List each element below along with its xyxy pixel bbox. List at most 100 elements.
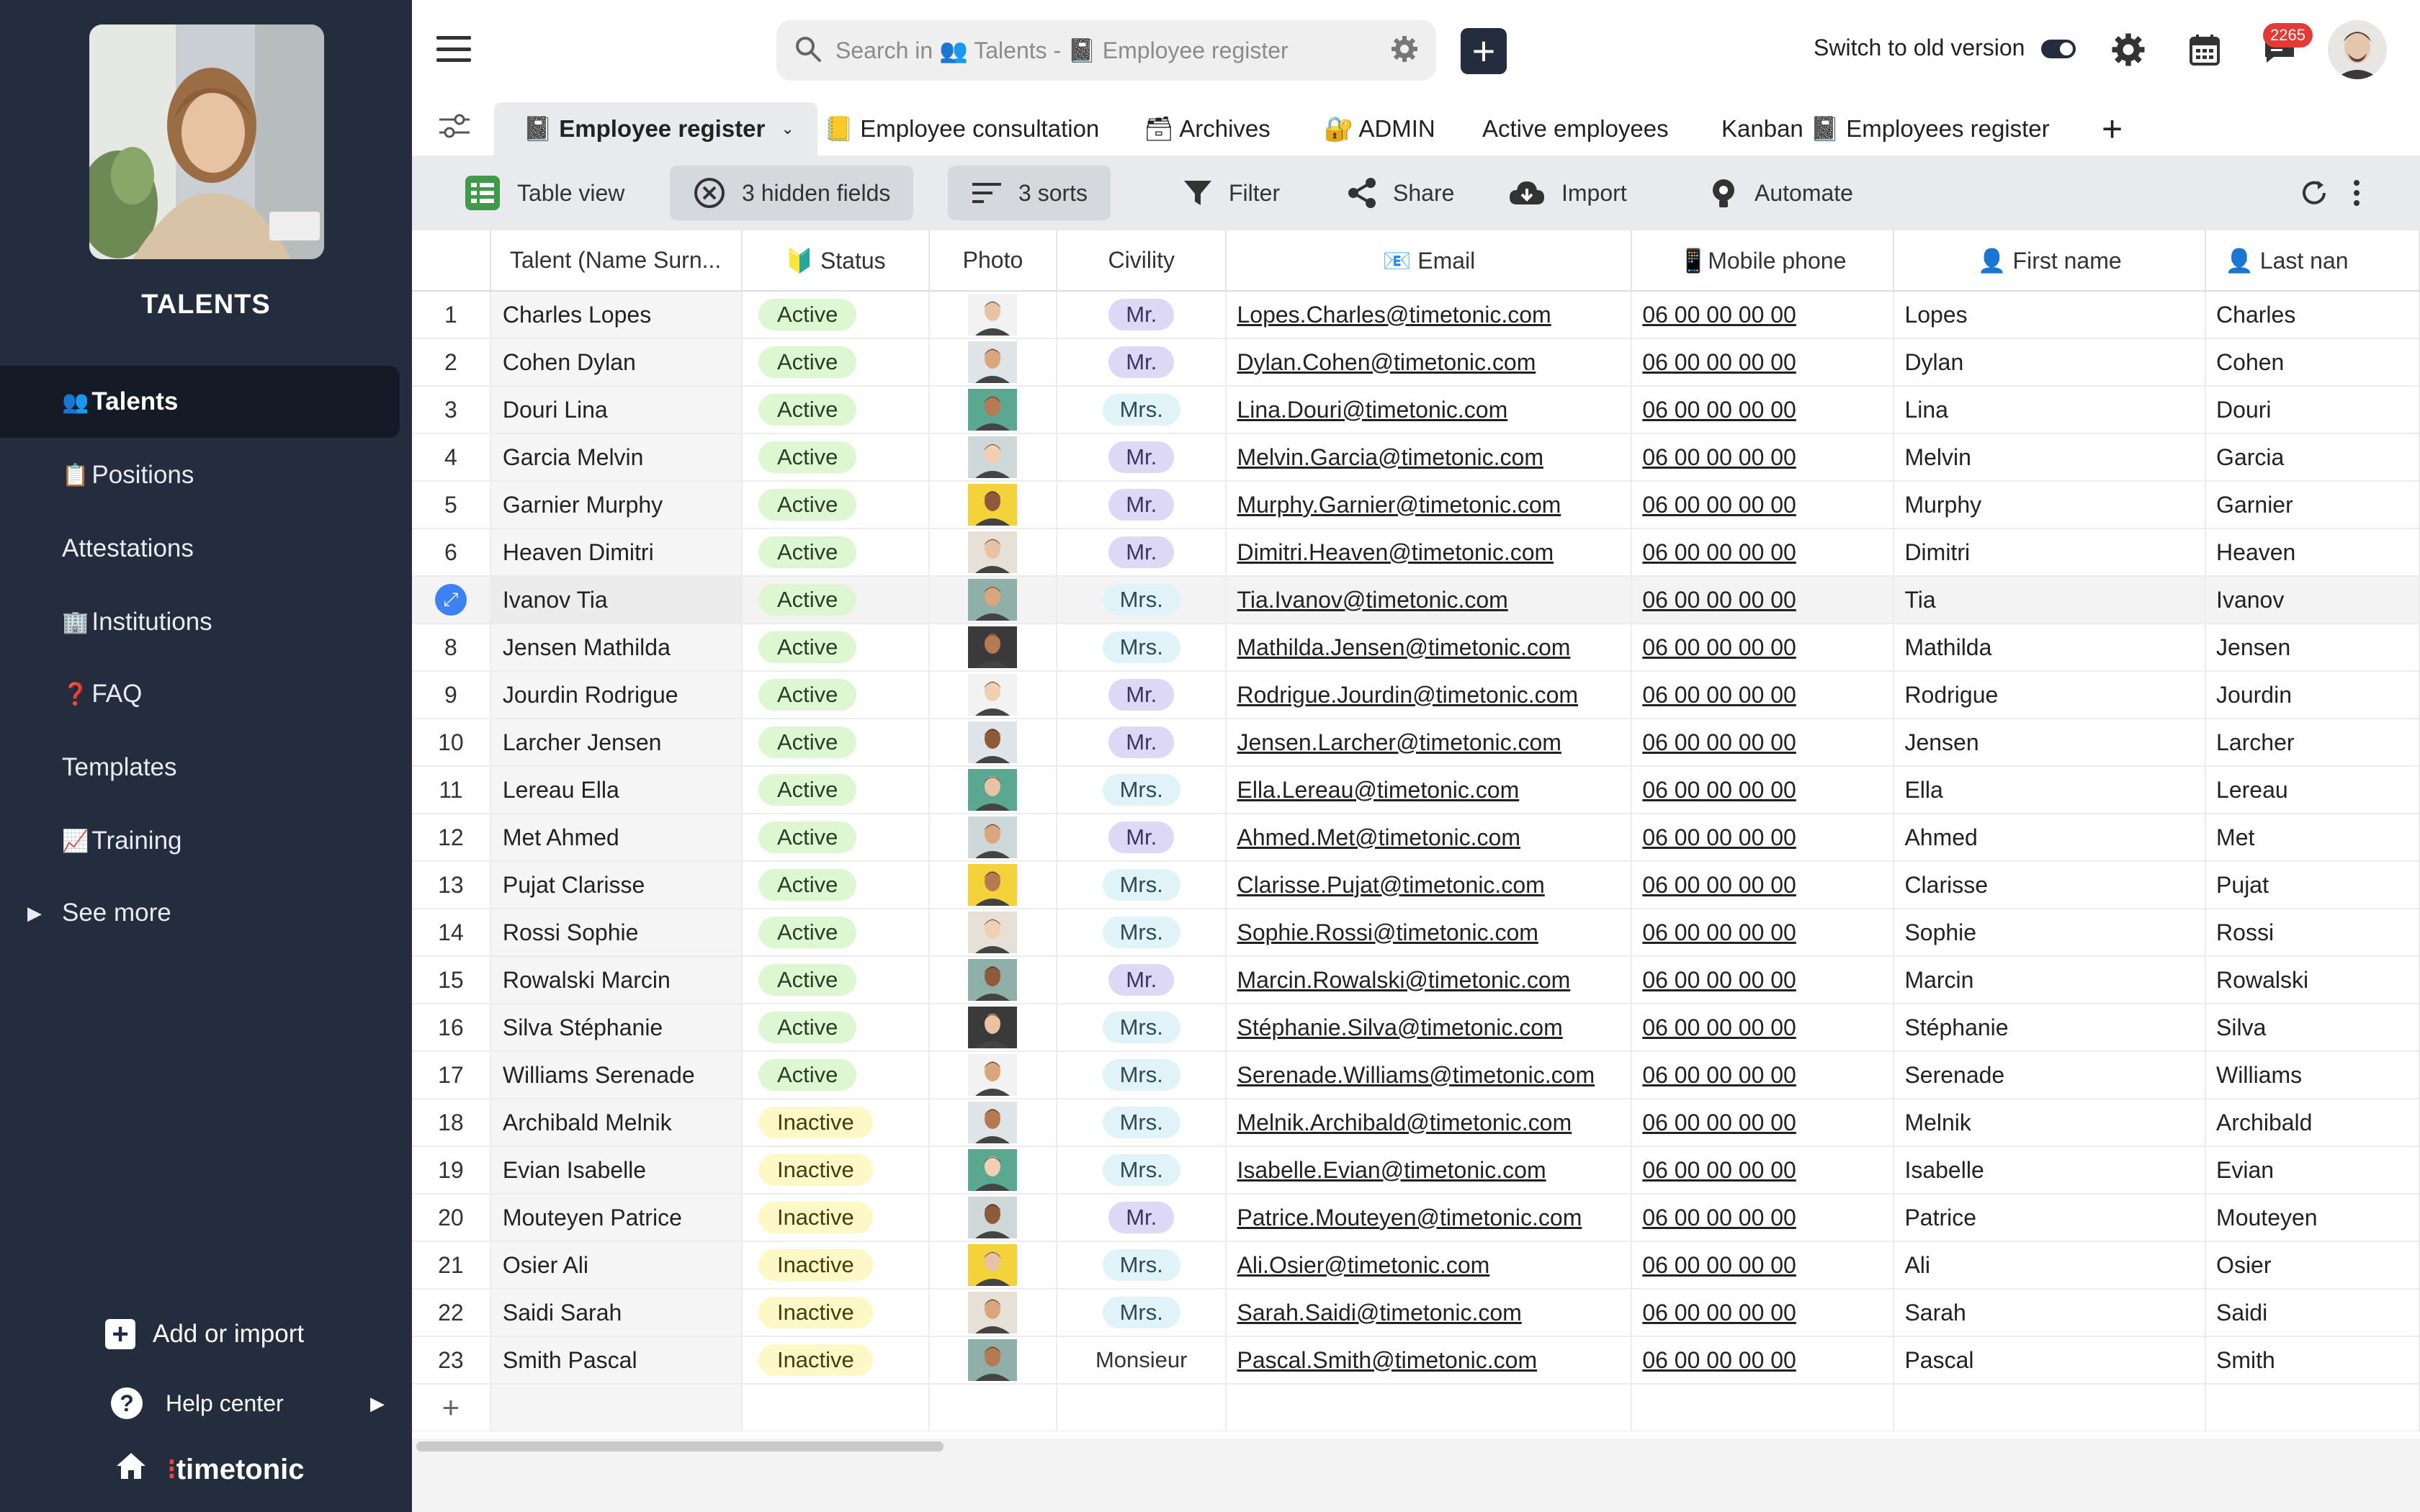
status-cell[interactable]: Inactive [741, 1194, 930, 1242]
table-row[interactable]: 4 Garcia Melvin Active Mr. Melvin.Garcia@tim… [412, 433, 2420, 482]
chevron-down-icon[interactable]: ⌄ [781, 120, 794, 138]
column-header-civility[interactable]: Civility [1056, 230, 1227, 292]
email-cell[interactable]: Jensen.Larcher@timetonic.com [1226, 719, 1633, 767]
status-cell[interactable]: Active [741, 624, 930, 672]
table-row[interactable]: 2 Cohen Dylan Active Mr. Dylan.Cohen@timeton… [412, 338, 2420, 387]
table-row[interactable]: 6 Heaven Dimitri Active Mr. Dimitri.Heaven@t… [412, 528, 2420, 577]
last-name-cell[interactable]: Rossi [2205, 909, 2420, 957]
photo-cell[interactable] [928, 671, 1057, 719]
email-cell[interactable]: Lina.Douri@timetonic.com [1226, 386, 1633, 434]
mobile-phone-cell[interactable]: 06 00 00 00 00 [1631, 956, 1895, 1004]
first-name-cell[interactable]: Rodrigue [1894, 671, 2207, 719]
first-name-cell[interactable]: Tia [1894, 576, 2207, 624]
photo-cell[interactable] [928, 1289, 1057, 1337]
status-cell[interactable]: Active [741, 433, 930, 482]
talent-name-cell[interactable]: Garnier Murphy [490, 481, 743, 529]
photo-cell[interactable] [928, 861, 1057, 909]
email-cell[interactable]: Isabelle.Evian@timetonic.com [1226, 1146, 1633, 1194]
phone-link[interactable]: 06 00 00 00 00 [1642, 397, 1796, 423]
sidebar-item-see-more[interactable]: ▶ See more [0, 877, 400, 949]
add-row[interactable]: + [412, 1384, 2420, 1431]
civility-cell[interactable]: Mrs. [1056, 576, 1227, 624]
phone-link[interactable]: 06 00 00 00 00 [1642, 1110, 1796, 1135]
first-name-cell[interactable]: Patrice [1894, 1194, 2207, 1242]
email-cell[interactable]: Dimitri.Heaven@timetonic.com [1226, 528, 1633, 577]
table-row[interactable]: 18 Archibald Melnik Inactive Mrs. Melnik.Arc… [412, 1099, 2420, 1147]
mobile-phone-cell[interactable]: 06 00 00 00 00 [1631, 1289, 1895, 1337]
table-row[interactable]: 23 Smith Pascal Inactive Monsieur Pascal.Smi… [412, 1336, 2420, 1385]
first-name-cell[interactable]: Jensen [1894, 719, 2207, 767]
talent-name-cell[interactable]: Rowalski Marcin [490, 956, 743, 1004]
table-row[interactable]: 19 Evian Isabelle Inactive Mrs. Isabelle.Evi… [412, 1146, 2420, 1194]
photo-cell[interactable] [928, 766, 1057, 814]
first-name-cell[interactable]: Serenade [1894, 1051, 2207, 1099]
photo-cell[interactable] [928, 1336, 1057, 1385]
phone-link[interactable]: 06 00 00 00 00 [1642, 1014, 1796, 1040]
mobile-phone-cell[interactable]: 06 00 00 00 00 [1631, 624, 1895, 672]
tab-active-employees[interactable]: Active employees [1482, 102, 1669, 156]
first-name-cell[interactable]: Melnik [1894, 1099, 2207, 1147]
phone-link[interactable]: 06 00 00 00 00 [1642, 967, 1796, 993]
add-or-import-button[interactable]: + Add or import [105, 1309, 304, 1359]
photo-cell[interactable] [928, 481, 1057, 529]
tab-archives[interactable]: 🗃 Archives [1144, 102, 1270, 156]
table-row[interactable]: ⤢ Ivanov Tia Active Mrs. Tia.Ivanov@timetoni… [412, 576, 2420, 624]
last-name-cell[interactable]: Pujat [2205, 861, 2420, 909]
first-name-cell[interactable]: Clarisse [1894, 861, 2207, 909]
search-bar[interactable] [776, 20, 1436, 81]
mobile-phone-cell[interactable]: 06 00 00 00 00 [1631, 528, 1895, 577]
table-row[interactable]: 1 Charles Lopes Active Mr. Lopes.Charles@tim… [412, 291, 2420, 339]
mobile-phone-cell[interactable]: 06 00 00 00 00 [1631, 719, 1895, 767]
table-row[interactable]: 3 Douri Lina Active Mrs. Lina.Douri@timetoni… [412, 386, 2420, 434]
photo-cell[interactable] [928, 528, 1057, 577]
talent-name-cell[interactable]: Larcher Jensen [490, 719, 743, 767]
mobile-phone-cell[interactable]: 06 00 00 00 00 [1631, 814, 1895, 862]
email-link[interactable]: Ahmed.Met@timetonic.com [1237, 824, 1520, 850]
first-name-cell[interactable]: Sophie [1894, 909, 2207, 957]
status-cell[interactable]: Active [741, 1051, 930, 1099]
last-name-cell[interactable]: Garnier [2205, 481, 2420, 529]
status-cell[interactable]: Inactive [741, 1099, 930, 1147]
mobile-phone-cell[interactable]: 06 00 00 00 00 [1631, 1004, 1895, 1052]
share-button[interactable]: Share [1324, 166, 1477, 220]
horizontal-scrollbar-thumb[interactable] [416, 1441, 944, 1452]
civility-cell[interactable]: Mrs. [1056, 766, 1227, 814]
email-link[interactable]: Melvin.Garcia@timetonic.com [1237, 444, 1543, 470]
column-header-talent[interactable]: Talent (Name Surn... [490, 230, 743, 292]
photo-cell[interactable] [928, 386, 1057, 434]
first-name-cell[interactable]: Ella [1894, 766, 2207, 814]
email-link[interactable]: Isabelle.Evian@timetonic.com [1237, 1157, 1546, 1183]
search-settings-icon[interactable] [1390, 35, 1419, 67]
sidebar-item-institutions[interactable]: 🏢 Institutions [0, 586, 400, 658]
import-button[interactable]: Import [1485, 166, 1650, 220]
status-cell[interactable]: Active [741, 956, 930, 1004]
filter-button[interactable]: Filter [1160, 166, 1303, 220]
talent-name-cell[interactable]: Heaven Dimitri [490, 528, 743, 577]
first-name-cell[interactable]: Stéphanie [1894, 1004, 2207, 1052]
phone-link[interactable]: 06 00 00 00 00 [1642, 1157, 1796, 1183]
photo-cell[interactable] [928, 433, 1057, 482]
civility-cell[interactable]: Mrs. [1056, 1241, 1227, 1290]
talent-name-cell[interactable]: Ivanov Tia [490, 576, 743, 624]
talent-name-cell[interactable]: Met Ahmed [490, 814, 743, 862]
email-cell[interactable]: Patrice.Mouteyen@timetonic.com [1226, 1194, 1633, 1242]
email-cell[interactable]: Mathilda.Jensen@timetonic.com [1226, 624, 1633, 672]
phone-link[interactable]: 06 00 00 00 00 [1642, 682, 1796, 708]
last-name-cell[interactable]: Garcia [2205, 433, 2420, 482]
table-row[interactable]: 11 Lereau Ella Active Mrs. Ella.Lereau@timet… [412, 766, 2420, 814]
civility-cell[interactable]: Mrs. [1056, 1051, 1227, 1099]
talent-name-cell[interactable]: Archibald Melnik [490, 1099, 743, 1147]
last-name-cell[interactable]: Cohen [2205, 338, 2420, 387]
last-name-cell[interactable]: Jourdin [2205, 671, 2420, 719]
phone-link[interactable]: 06 00 00 00 00 [1642, 729, 1796, 755]
talent-name-cell[interactable]: Douri Lina [490, 386, 743, 434]
search-input[interactable] [835, 37, 1390, 64]
first-name-cell[interactable]: Melvin [1894, 433, 2207, 482]
mobile-phone-cell[interactable]: 06 00 00 00 00 [1631, 1241, 1895, 1290]
talent-name-cell[interactable]: Jensen Mathilda [490, 624, 743, 672]
last-name-cell[interactable]: Saidi [2205, 1289, 2420, 1337]
talent-name-cell[interactable]: Mouteyen Patrice [490, 1194, 743, 1242]
status-cell[interactable]: Active [741, 481, 930, 529]
sliders-icon[interactable] [436, 108, 472, 144]
mobile-phone-cell[interactable]: 06 00 00 00 00 [1631, 1051, 1895, 1099]
